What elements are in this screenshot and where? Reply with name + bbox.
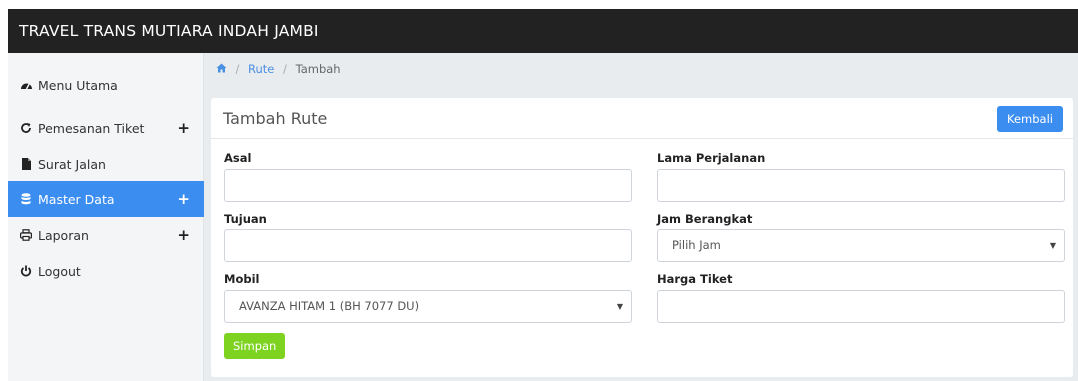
mobil-select[interactable]: AVANZA HITAM 1 (BH 7077 DU) ▼: [224, 290, 632, 323]
sidebar-item-pemesanan-tiket[interactable]: Pemesanan Tiket +: [8, 110, 204, 146]
mobil-selected-value: AVANZA HITAM 1 (BH 7077 DU): [239, 299, 420, 313]
sidebar-item-label: Laporan: [38, 227, 89, 243]
sidebar-item-master-data[interactable]: Master Data +: [8, 181, 204, 217]
harga-tiket-input[interactable]: [657, 290, 1065, 323]
breadcrumb-current: Tambah: [295, 62, 341, 76]
sidebar-item-logout[interactable]: Logout: [8, 253, 204, 289]
chevron-down-icon: ▼: [1049, 241, 1056, 250]
sidebar-item-label: Master Data: [38, 191, 115, 207]
sidebar-item-surat-jalan[interactable]: Surat Jalan: [8, 146, 204, 182]
back-button[interactable]: Kembali: [997, 106, 1063, 132]
home-icon[interactable]: [216, 63, 231, 76]
harga-tiket-label: Harga Tiket: [657, 272, 733, 286]
app-frame: TRAVEL TRANS MUTIARA INDAH JAMBI Menu Ut…: [8, 9, 1078, 381]
power-icon: [19, 264, 33, 278]
sidebar-item-menu-utama[interactable]: Menu Utama: [8, 67, 204, 103]
jam-berangkat-label: Jam Berangkat: [657, 212, 753, 226]
sidebar-item-laporan[interactable]: Laporan +: [8, 217, 204, 253]
jam-selected-value: Pilih Jam: [672, 238, 721, 252]
file-icon: [19, 157, 33, 171]
refresh-icon: [19, 121, 33, 135]
breadcrumb-link-rute[interactable]: Rute: [248, 62, 274, 76]
expand-icon[interactable]: +: [177, 226, 190, 244]
lama-perjalanan-input[interactable]: [657, 169, 1065, 202]
print-icon: [19, 228, 33, 242]
database-icon: [19, 192, 33, 206]
expand-icon[interactable]: +: [177, 190, 190, 208]
expand-icon[interactable]: +: [177, 119, 190, 137]
main-content: / Rute / Tambah Tambah Rute Kembali Asal…: [204, 53, 1078, 381]
card-header: Tambah Rute Kembali: [211, 98, 1073, 139]
tujuan-label: Tujuan: [224, 212, 267, 226]
sidebar-item-label: Surat Jalan: [38, 156, 106, 172]
sidebar-item-label: Pemesanan Tiket: [38, 120, 145, 136]
breadcrumb: / Rute / Tambah: [204, 53, 1078, 89]
tujuan-input[interactable]: [224, 229, 632, 262]
form-card: Tambah Rute Kembali Asal Tujuan Mobil AV…: [211, 98, 1073, 377]
breadcrumb-separator: /: [235, 62, 240, 76]
breadcrumb-separator: /: [283, 62, 287, 76]
sidebar-item-label: Logout: [38, 263, 81, 279]
lama-perjalanan-label: Lama Perjalanan: [657, 151, 766, 165]
jam-berangkat-select[interactable]: Pilih Jam ▼: [657, 229, 1065, 262]
page-title: Tambah Rute: [223, 109, 328, 128]
sidebar: Menu Utama Pemesanan Tiket + Surat Jalan…: [8, 53, 204, 381]
asal-label: Asal: [224, 151, 252, 165]
chevron-down-icon: ▼: [616, 302, 623, 311]
app-title: TRAVEL TRANS MUTIARA INDAH JAMBI: [8, 9, 1078, 53]
asal-input[interactable]: [224, 169, 632, 202]
save-button[interactable]: Simpan: [224, 333, 286, 359]
mobil-label: Mobil: [224, 272, 260, 286]
sidebar-item-label: Menu Utama: [38, 77, 118, 93]
dashboard-icon: [19, 78, 33, 92]
